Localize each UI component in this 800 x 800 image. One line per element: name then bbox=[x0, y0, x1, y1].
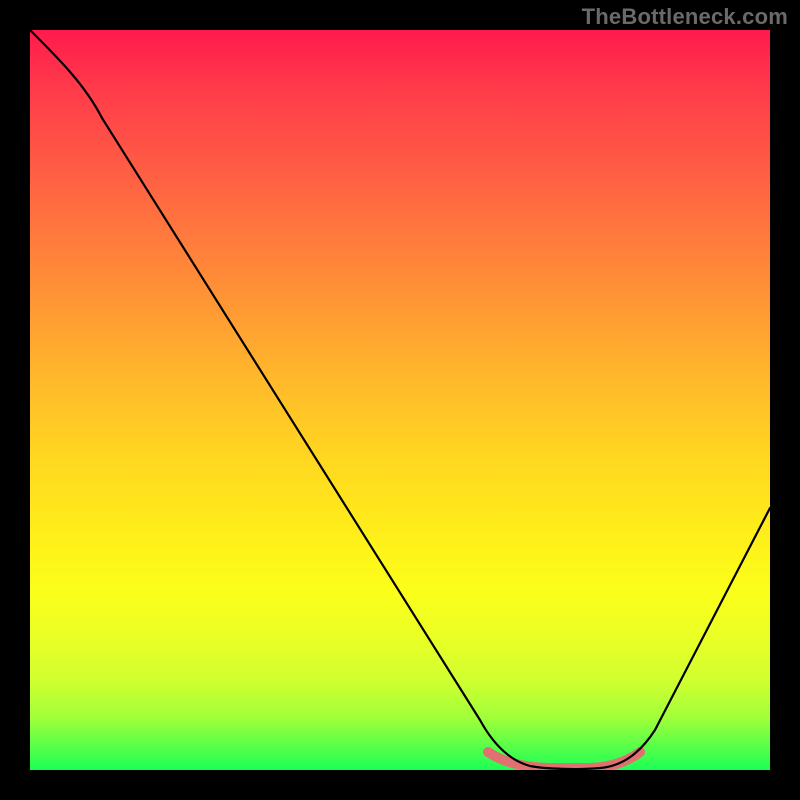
plot-area bbox=[30, 30, 770, 770]
watermark-text: TheBottleneck.com bbox=[582, 4, 788, 30]
bottleneck-curve bbox=[30, 30, 770, 769]
chart-frame: TheBottleneck.com bbox=[0, 0, 800, 800]
curve-layer bbox=[30, 30, 770, 770]
optimal-range-highlight bbox=[488, 752, 640, 768]
